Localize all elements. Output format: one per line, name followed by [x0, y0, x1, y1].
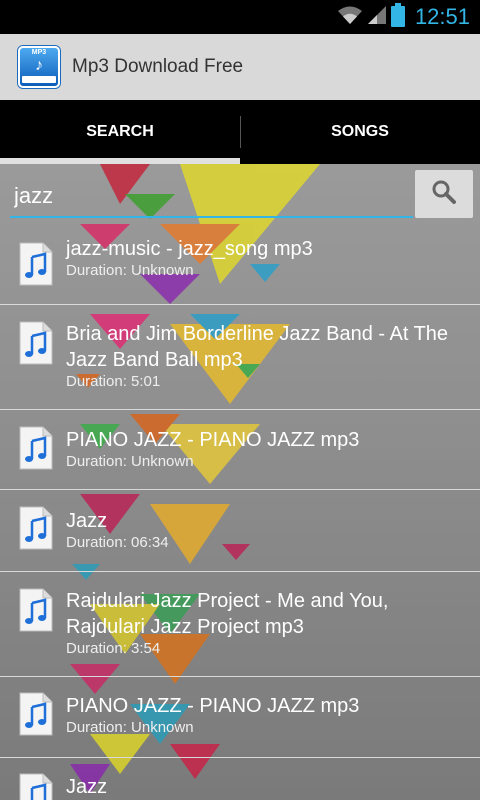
battery-icon	[390, 2, 405, 32]
list-item[interactable]: Jazz	[0, 758, 480, 800]
search-button[interactable]	[415, 170, 473, 218]
song-duration: Duration: 06:34	[66, 534, 169, 551]
music-file-icon	[18, 320, 54, 366]
status-time: 12:51	[414, 4, 470, 29]
song-duration: Duration: Unknown	[66, 262, 194, 279]
list-item[interactable]: Jazz Duration: 06:34	[0, 490, 480, 572]
app-title: Mp3 Download Free	[72, 56, 244, 77]
song-title: Bria and Jim Borderline Jazz Band - At T…	[66, 323, 449, 371]
action-bar: MP3 ♪ Mp3 Download Free	[0, 34, 480, 100]
song-duration: Duration: Unknown	[66, 719, 194, 736]
search-bar	[0, 164, 480, 228]
tab-divider	[240, 116, 241, 148]
song-title: Rajdulari Jazz Project - Me and You, Raj…	[66, 590, 389, 638]
search-icon	[431, 179, 457, 210]
song-title: PIANO JAZZ - PIANO JAZZ mp3	[66, 695, 360, 717]
song-title: Jazz	[66, 510, 108, 532]
song-duration: Duration: 5:01	[66, 373, 161, 390]
tab-songs-label: SONGS	[331, 123, 389, 140]
app-logo-badge: MP3	[31, 49, 47, 56]
music-file-icon	[18, 505, 54, 551]
status-bar: 12:51	[0, 0, 480, 34]
tab-bar: SEARCH SONGS	[0, 100, 480, 164]
wifi-icon	[337, 5, 363, 30]
content-area: jazz-music - jazz_song mp3 Duration: Unk…	[0, 164, 480, 800]
app-logo-icon[interactable]: MP3 ♪	[18, 46, 60, 88]
search-input[interactable]	[10, 176, 413, 218]
tab-search[interactable]: SEARCH	[0, 100, 240, 164]
results-list: jazz-music - jazz_song mp3 Duration: Unk…	[0, 228, 480, 800]
music-file-icon	[18, 587, 54, 633]
list-item[interactable]: Bria and Jim Borderline Jazz Band - At T…	[0, 305, 480, 410]
list-item[interactable]: Rajdulari Jazz Project - Me and You, Raj…	[0, 572, 480, 677]
signal-icon	[367, 5, 387, 30]
song-title: PIANO JAZZ - PIANO JAZZ mp3	[66, 429, 360, 451]
music-file-icon	[18, 425, 54, 471]
tab-search-label: SEARCH	[86, 123, 154, 140]
list-item[interactable]: jazz-music - jazz_song mp3 Duration: Unk…	[0, 228, 480, 305]
song-duration: Duration: 3:54	[66, 640, 161, 657]
song-title: jazz-music - jazz_song mp3	[66, 238, 313, 260]
song-duration: Duration: Unknown	[66, 453, 194, 470]
tab-songs[interactable]: SONGS	[240, 100, 480, 164]
song-title: Jazz	[66, 776, 108, 798]
music-file-icon	[18, 772, 54, 800]
music-file-icon	[18, 241, 54, 287]
list-item[interactable]: PIANO JAZZ - PIANO JAZZ mp3 Duration: Un…	[0, 677, 480, 758]
list-item[interactable]: PIANO JAZZ - PIANO JAZZ mp3 Duration: Un…	[0, 410, 480, 490]
music-file-icon	[18, 691, 54, 737]
